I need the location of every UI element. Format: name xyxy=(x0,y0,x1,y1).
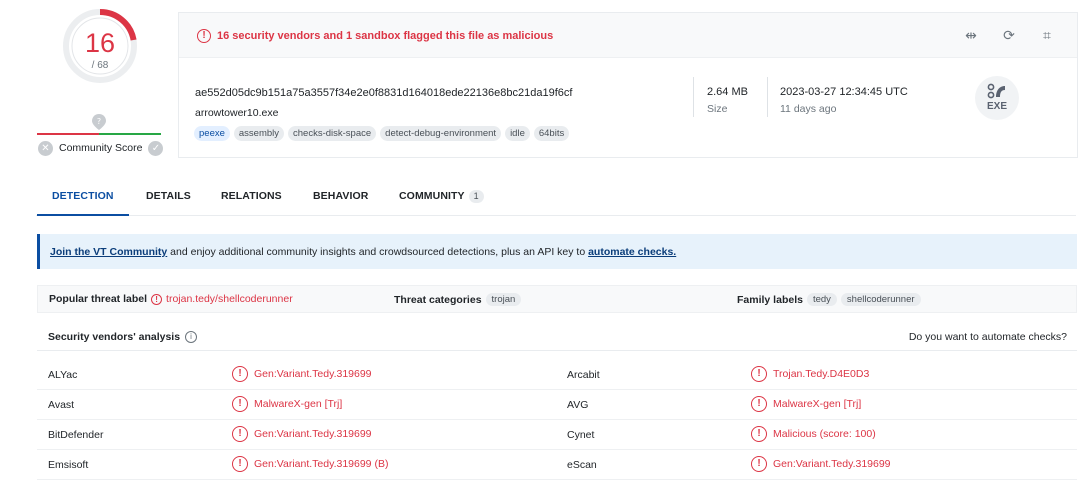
detection-result: Trojan.Tedy.D4E0D3 xyxy=(773,368,870,380)
popular-threat-value[interactable]: trojan.tedy/shellcoderunner xyxy=(166,293,293,305)
analysis-date: 2023-03-27 12:34:45 UTC xyxy=(780,86,908,98)
detection-count: 16 xyxy=(84,28,116,58)
vendor-name: eScan xyxy=(567,459,597,471)
file-summary-card: ! 16 security vendors and 1 sandbox flag… xyxy=(178,12,1078,158)
tag[interactable]: detect-debug-environment xyxy=(380,126,502,141)
detection-total: / 68 xyxy=(91,60,109,71)
threat-category-pill[interactable]: trojan xyxy=(485,293,522,306)
malicious-icon: ! xyxy=(751,396,767,412)
table-row: Emsisoft ! Gen:Variant.Tedy.319699 (B) eS… xyxy=(37,450,1077,480)
file-size-label: Size xyxy=(707,103,728,115)
divider xyxy=(693,77,694,117)
community-score-bar xyxy=(37,133,161,135)
vendors-title: Security vendors' analysis xyxy=(48,331,181,343)
malicious-icon: ! xyxy=(232,396,248,412)
vendors-header: Security vendors' analysis i Do you want… xyxy=(37,323,1077,351)
table-row: Avast ! MalwareX-gen [Trj] AVG ! MalwareX-… xyxy=(37,390,1077,420)
vendor-name: ALYac xyxy=(48,369,78,381)
community-score-label: Community Score xyxy=(59,142,143,154)
divider xyxy=(767,77,768,117)
popular-threat-label: Popular threat label xyxy=(49,293,148,305)
malicious-icon: ! xyxy=(751,426,767,442)
reanalyze-icon[interactable]: ⟳ xyxy=(1001,27,1017,43)
vendors-table: ALYac ! Gen:Variant.Tedy.319699 Arcabit !… xyxy=(37,360,1077,480)
table-row: BitDefender ! Gen:Variant.Tedy.319699 Cyn… xyxy=(37,420,1077,450)
alert-text: 16 security vendors and 1 sandbox flagge… xyxy=(217,30,554,42)
detection-result: Malicious (score: 100) xyxy=(773,428,876,440)
svg-text:?: ? xyxy=(97,117,101,126)
vendor-name: Avast xyxy=(48,399,75,411)
tab-relations[interactable]: RELATIONS xyxy=(221,184,282,216)
threat-categories-label: Threat categories xyxy=(394,293,482,306)
threat-summary: Popular threat label ! trojan.tedy/shell… xyxy=(37,285,1077,313)
vendor-name: Arcabit xyxy=(567,369,600,381)
compare-icon[interactable]: ⇹ xyxy=(963,27,979,43)
file-hash[interactable]: ae552d05dc9b151a75a3557f34e2e0f8831d1640… xyxy=(195,87,572,99)
info-icon[interactable]: i xyxy=(185,331,198,343)
detection-result: MalwareX-gen [Trj] xyxy=(773,398,862,410)
vendor-name: AVG xyxy=(567,399,589,411)
community-pin-icon: ? xyxy=(92,114,106,130)
tag[interactable]: 64bits xyxy=(533,126,570,141)
family-label-pill[interactable]: tedy xyxy=(806,293,837,306)
vendor-name: BitDefender xyxy=(48,429,104,441)
vendor-name: Emsisoft xyxy=(48,459,89,471)
tab-community[interactable]: COMMUNITY 1 xyxy=(399,184,484,216)
alert-icon: ! xyxy=(197,29,211,43)
file-size-value: 2.64 MB xyxy=(707,86,748,98)
banner-text: and enjoy additional community insights … xyxy=(167,246,589,258)
tab-bar: DETECTION DETAILS RELATIONS BEHAVIOR COM… xyxy=(36,184,1076,216)
table-row: ALYac ! Gen:Variant.Tedy.319699 Arcabit !… xyxy=(37,360,1077,390)
malicious-icon: ! xyxy=(232,456,248,472)
tab-community-label: COMMUNITY xyxy=(399,190,465,202)
family-labels-label: Family labels xyxy=(737,293,803,306)
detection-result: Gen:Variant.Tedy.319699 (B) xyxy=(254,458,389,470)
malicious-icon: ! xyxy=(751,456,767,472)
malicious-icon: ! xyxy=(232,366,248,382)
community-count-badge: 1 xyxy=(468,190,484,203)
community-banner: Join the VT Community and enjoy addition… xyxy=(37,234,1077,269)
automate-checks-link[interactable]: automate checks. xyxy=(588,246,676,258)
family-label-pill[interactable]: shellcoderunner xyxy=(840,293,921,306)
join-community-link[interactable]: Join the VT Community xyxy=(50,246,167,258)
vendor-name: Cynet xyxy=(567,429,595,441)
malicious-icon: ! xyxy=(232,426,248,442)
detection-result: Gen:Variant.Tedy.319699 xyxy=(254,368,372,380)
file-tags: peexe assembly checks-disk-space detect-… xyxy=(194,126,570,141)
automate-checks-prompt[interactable]: Do you want to automate checks? xyxy=(909,331,1067,343)
tag[interactable]: checks-disk-space xyxy=(288,126,377,141)
downvote-icon[interactable]: ✕ xyxy=(38,140,53,156)
graph-icon[interactable]: ⌗ xyxy=(1039,27,1055,43)
exe-file-type-icon: EXE xyxy=(975,76,1019,120)
malicious-alert: ! 16 security vendors and 1 sandbox flag… xyxy=(179,13,1077,58)
tab-behavior[interactable]: BEHAVIOR xyxy=(313,184,368,216)
tag[interactable]: peexe xyxy=(194,126,230,141)
malicious-icon: ! xyxy=(751,366,767,382)
tag[interactable]: assembly xyxy=(233,126,285,141)
tab-detection[interactable]: DETECTION xyxy=(37,184,129,216)
upvote-icon[interactable]: ✓ xyxy=(148,140,164,156)
file-name: arrowtower10.exe xyxy=(195,107,279,119)
detection-result: Gen:Variant.Tedy.319699 xyxy=(773,458,891,470)
alert-icon: ! xyxy=(151,293,163,305)
detection-result: MalwareX-gen [Trj] xyxy=(254,398,343,410)
detection-result: Gen:Variant.Tedy.319699 xyxy=(254,428,372,440)
detection-score-panel: 16 / 68 ? ✕ Community Score ✓ xyxy=(30,8,170,158)
tag[interactable]: idle xyxy=(505,126,530,141)
tab-details[interactable]: DETAILS xyxy=(146,184,191,216)
analysis-age: 11 days ago xyxy=(780,103,837,115)
